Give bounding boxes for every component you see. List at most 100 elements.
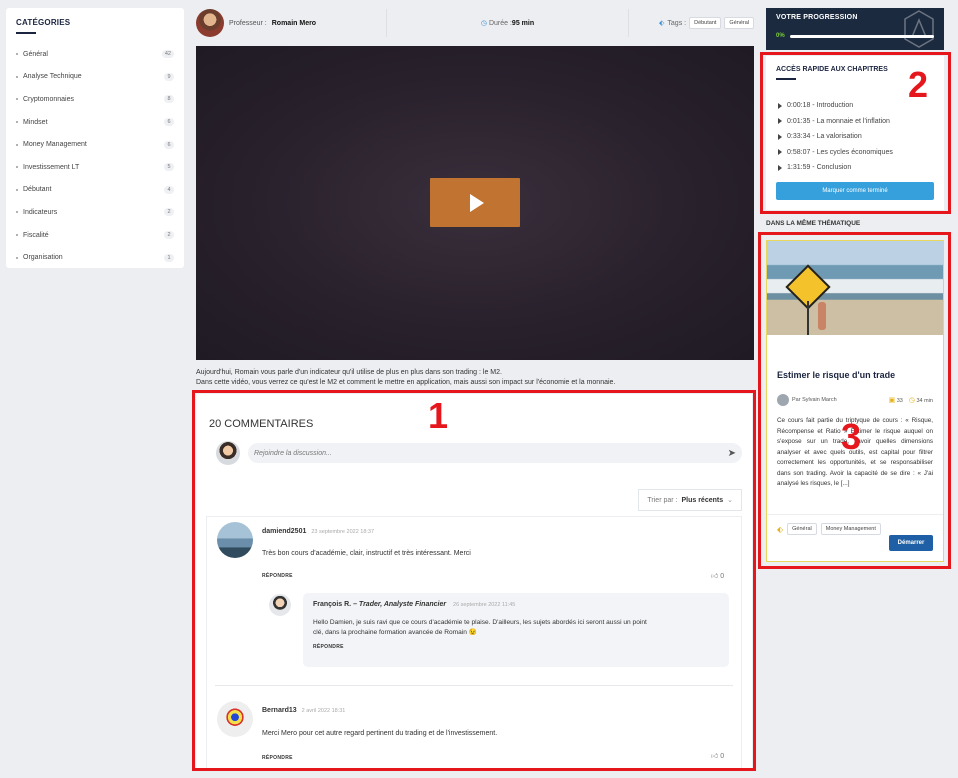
reply-button[interactable]: RÉPONDRE bbox=[262, 573, 293, 579]
video-player[interactable] bbox=[196, 46, 754, 360]
annotation-number-1: 1 bbox=[428, 395, 449, 436]
chevron-down-icon: ⌄ bbox=[727, 497, 733, 504]
play-button[interactable] bbox=[430, 178, 520, 227]
comments-section: 20 COMMENTAIRES Rejoindre la discussion.… bbox=[196, 394, 752, 768]
comment-input-row: Rejoindre la discussion... ➤ bbox=[216, 441, 742, 465]
bullet-icon bbox=[16, 256, 18, 259]
mark-complete-button[interactable]: Marquer comme terminé bbox=[776, 181, 934, 200]
category-item[interactable]: Cryptomonnaies 8 bbox=[16, 88, 174, 111]
chapter-label: 0:01:35 - La monnaie et l'inflation bbox=[787, 117, 890, 125]
reply-text: Hello Damien, je suis ravi que ce cours … bbox=[313, 618, 719, 638]
reply-comment: François R. – Trader, Analyste Financier… bbox=[303, 593, 729, 667]
category-count: 6 bbox=[164, 140, 174, 149]
comment-divider bbox=[215, 685, 733, 686]
category-label-wrap: Analyse Technique bbox=[16, 73, 82, 80]
reply-button[interactable]: RÉPONDRE bbox=[313, 644, 719, 650]
chapter-label: 0:58:07 - Les cycles économiques bbox=[787, 148, 893, 156]
course-duration: 34 min bbox=[916, 398, 933, 404]
categories-title: CATÉGORIES bbox=[16, 18, 71, 27]
related-section-title: DANS LA MÊME THÉMATIQUE bbox=[766, 220, 861, 227]
reply-role: Trader, Analyste Financier bbox=[358, 601, 447, 608]
tag-general[interactable]: Général bbox=[724, 17, 754, 29]
category-item[interactable]: Organisation 1 bbox=[16, 246, 174, 269]
sort-dropdown[interactable]: Trier par : Plus récents ⌄ bbox=[638, 489, 742, 511]
bullet-icon bbox=[16, 188, 18, 191]
category-label: Mindset bbox=[23, 118, 48, 126]
like-button[interactable]: 👍︎ 0 bbox=[711, 571, 724, 580]
comment-avatar bbox=[217, 522, 253, 558]
category-label-wrap: Money Management bbox=[16, 141, 87, 148]
professor-name[interactable]: Romain Mero bbox=[272, 20, 316, 27]
course-header: Professeur : Romain Mero ◷ Durée :95 min… bbox=[196, 8, 754, 38]
duration-value: 95 min bbox=[511, 20, 535, 27]
avatar bbox=[217, 522, 253, 558]
category-label: Cryptomonnaies bbox=[23, 95, 74, 103]
category-item[interactable]: Débutant 4 bbox=[16, 179, 174, 202]
reply-date: 26 septembre 2022 11:45 bbox=[453, 602, 516, 608]
bullet-icon bbox=[16, 53, 18, 56]
category-item[interactable]: Indicateurs 2 bbox=[16, 201, 174, 224]
category-label-wrap: Général bbox=[16, 51, 48, 58]
category-label: Indicateurs bbox=[23, 208, 58, 216]
course-tags: ⬖ Général Money Management bbox=[777, 523, 933, 535]
tag-general[interactable]: Général bbox=[787, 523, 817, 535]
comment-header: damiend2501 23 septembre 2022 18:37 bbox=[262, 528, 374, 535]
reply-button[interactable]: RÉPONDRE bbox=[262, 755, 293, 761]
sort-value: Plus récents bbox=[681, 496, 724, 504]
like-button[interactable]: 👍︎ 0 bbox=[711, 751, 724, 760]
comments-title: 20 COMMENTAIRES bbox=[209, 418, 314, 430]
tag-money-management[interactable]: Money Management bbox=[820, 523, 881, 535]
category-label-wrap: Indicateurs bbox=[16, 209, 57, 216]
category-count: 42 bbox=[161, 50, 174, 59]
categories-panel: CATÉGORIES Général 42 Analyse Technique 9 Cr… bbox=[6, 8, 184, 268]
chapter-item[interactable]: 0:58:07 - Les cycles économiques bbox=[778, 145, 934, 161]
comment-author: Bernard13 bbox=[262, 707, 297, 714]
header-divider bbox=[628, 9, 630, 37]
tag-debutant[interactable]: Débutant bbox=[689, 17, 722, 29]
related-course-card[interactable]: Estimer le risque d'un trade Par Sylvain… bbox=[766, 240, 944, 562]
category-label: Général bbox=[23, 50, 48, 58]
category-label-wrap: Cryptomonnaies bbox=[16, 96, 74, 103]
person-figure bbox=[818, 302, 826, 330]
category-label-wrap: Organisation bbox=[16, 254, 63, 261]
video-description: Aujourd'hui, Romain vous parle d'un indi… bbox=[196, 368, 756, 388]
send-icon[interactable]: ➤ bbox=[728, 448, 736, 459]
comment-date: 2 avril 2022 18:31 bbox=[301, 708, 346, 714]
course-title[interactable]: Estimer le risque d'un trade bbox=[777, 370, 933, 380]
chapter-label: 1:31:59 - Conclusion bbox=[787, 164, 852, 172]
avatar bbox=[217, 701, 253, 737]
category-item[interactable]: Fiscalité 2 bbox=[16, 224, 174, 247]
comment-input[interactable]: Rejoindre la discussion... ➤ bbox=[248, 443, 742, 463]
course-stats: ▣ 33 ◷ 34 min bbox=[889, 396, 933, 404]
bullet-icon bbox=[16, 166, 18, 169]
annotation-number-2: 2 bbox=[908, 64, 929, 105]
course-thumbnail[interactable] bbox=[767, 241, 943, 335]
category-count: 9 bbox=[164, 72, 174, 81]
bullet-icon bbox=[16, 75, 18, 78]
sign-pole bbox=[807, 301, 809, 335]
chapter-item[interactable]: 0:33:34 - La valorisation bbox=[778, 129, 934, 145]
chapter-label: 0:33:34 - La valorisation bbox=[787, 133, 862, 141]
clock-icon: ◷ bbox=[480, 20, 487, 27]
chapter-item[interactable]: 0:01:35 - La monnaie et l'inflation bbox=[778, 114, 934, 130]
brand-logo-icon bbox=[904, 10, 934, 48]
like-count: 0 bbox=[720, 753, 725, 760]
category-item[interactable]: Mindset 6 bbox=[16, 111, 174, 134]
chapter-item[interactable]: 1:31:59 - Conclusion bbox=[778, 160, 934, 176]
course-meta: Par Sylvain March ▣ 33 ◷ 34 min bbox=[777, 394, 933, 406]
category-item[interactable]: Investissement LT 5 bbox=[16, 156, 174, 179]
bullet-icon bbox=[16, 121, 18, 124]
comment-avatar bbox=[217, 701, 253, 737]
author-avatar bbox=[777, 394, 789, 406]
start-button[interactable]: Démarrer bbox=[889, 535, 933, 551]
category-item[interactable]: Général 42 bbox=[16, 43, 174, 66]
category-item[interactable]: Analyse Technique 9 bbox=[16, 66, 174, 89]
like-count: 0 bbox=[720, 573, 725, 580]
comments-count: 33 bbox=[896, 398, 903, 404]
bullet-icon bbox=[16, 234, 18, 237]
thumbs-up-icon: 👍︎ bbox=[711, 573, 719, 580]
category-count: 8 bbox=[164, 95, 174, 104]
duration-info: ◷ Durée :95 min bbox=[387, 19, 628, 27]
category-label: Money Management bbox=[23, 141, 87, 149]
category-item[interactable]: Money Management 6 bbox=[16, 133, 174, 156]
